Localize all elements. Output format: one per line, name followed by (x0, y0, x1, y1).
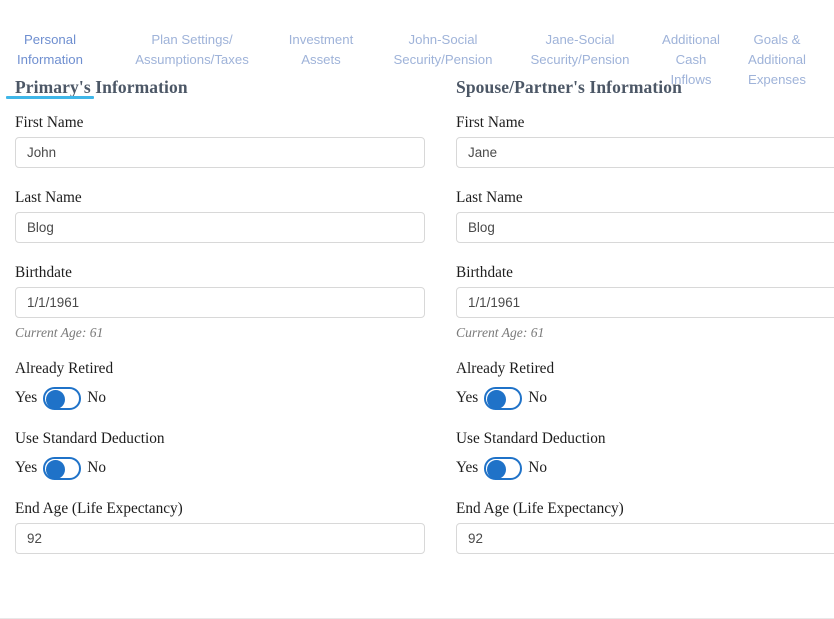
primary-already-retired-field: Already Retired Yes No (15, 360, 425, 411)
tab-label: Additional Cash Inflows (662, 32, 720, 87)
tab-personal-information[interactable]: Personal Information (2, 0, 98, 99)
primary-last-name-label: Last Name (15, 189, 425, 207)
spouse-end-age-field: End Age (Life Expectancy) (456, 500, 834, 554)
tab-label: Investment Assets (289, 32, 354, 67)
toggle-yes-label: Yes (15, 389, 37, 407)
primary-standard-deduction-label: Use Standard Deduction (15, 430, 425, 448)
primary-last-name-input[interactable] (15, 212, 425, 243)
spouse-last-name-label: Last Name (456, 189, 834, 207)
spouse-already-retired-field: Already Retired Yes No (456, 360, 834, 411)
primary-information-column: Primary's Information First Name Last Na… (0, 72, 441, 567)
primary-birthdate-label: Birthdate (15, 264, 425, 282)
form-columns: Primary's Information First Name Last Na… (0, 72, 834, 567)
primary-birthdate-field: Birthdate Current Age: 61 (15, 264, 425, 341)
primary-birthdate-input[interactable] (15, 287, 425, 318)
primary-standard-deduction-toggle-row: Yes No (15, 455, 425, 481)
tab-plan-settings-assumptions-taxes[interactable]: Plan Settings/ Assumptions/Taxes (126, 0, 258, 90)
tab-label: Jane-Social Security/Pension (531, 32, 630, 67)
spouse-standard-deduction-field: Use Standard Deduction Yes No (456, 430, 834, 481)
primary-standard-deduction-field: Use Standard Deduction Yes No (15, 430, 425, 481)
tab-investment-assets[interactable]: Investment Assets (276, 0, 366, 90)
spouse-already-retired-label: Already Retired (456, 360, 834, 378)
toggle-no-label: No (528, 389, 547, 407)
tab-goals-additional-expenses[interactable]: Goals & Additional Expenses (736, 0, 818, 110)
toggle-yes-label: Yes (456, 389, 478, 407)
primary-already-retired-toggle-row: Yes No (15, 385, 425, 411)
primary-first-name-input[interactable] (15, 137, 425, 168)
spouse-already-retired-toggle-row: Yes No (456, 385, 834, 411)
primary-first-name-field: First Name (15, 114, 425, 168)
primary-already-retired-switch[interactable] (43, 387, 81, 410)
spouse-already-retired-switch[interactable] (484, 387, 522, 410)
primary-end-age-input[interactable] (15, 523, 425, 554)
tab-bar: Personal Information Plan Settings/ Assu… (0, 0, 834, 72)
toggle-no-label: No (528, 459, 547, 477)
spouse-information-column: Spouse/Partner's Information First Name … (441, 72, 834, 567)
primary-last-name-field: Last Name (15, 189, 425, 243)
toggle-yes-label: Yes (15, 459, 37, 477)
spouse-birthdate-field: Birthdate Current Age: 61 (456, 264, 834, 341)
toggle-no-label: No (87, 459, 106, 477)
tab-additional-cash-inflows[interactable]: Additional Cash Inflows (652, 0, 730, 110)
tab-jane-social-security-pension[interactable]: Jane-Social Security/Pension (516, 0, 644, 90)
primary-end-age-field: End Age (Life Expectancy) (15, 500, 425, 554)
active-tab-underline (6, 96, 94, 99)
tab-john-social-security-pension[interactable]: John-Social Security/Pension (378, 0, 508, 90)
primary-already-retired-label: Already Retired (15, 360, 425, 378)
spouse-standard-deduction-switch[interactable] (484, 457, 522, 480)
switch-knob (487, 390, 506, 409)
spouse-first-name-label: First Name (456, 114, 834, 132)
tab-label: Plan Settings/ Assumptions/Taxes (135, 32, 249, 67)
primary-standard-deduction-switch[interactable] (43, 457, 81, 480)
spouse-current-age-text: Current Age: 61 (456, 325, 834, 341)
spouse-last-name-field: Last Name (456, 189, 834, 243)
switch-knob (487, 460, 506, 479)
spouse-last-name-input[interactable] (456, 212, 834, 243)
spouse-end-age-input[interactable] (456, 523, 834, 554)
spouse-birthdate-label: Birthdate (456, 264, 834, 282)
spouse-standard-deduction-toggle-row: Yes No (456, 455, 834, 481)
primary-end-age-label: End Age (Life Expectancy) (15, 500, 425, 518)
spouse-first-name-field: First Name (456, 114, 834, 168)
personal-information-page: Personal Information Plan Settings/ Assu… (0, 0, 834, 619)
primary-current-age-text: Current Age: 61 (15, 325, 425, 341)
toggle-no-label: No (87, 389, 106, 407)
primary-first-name-label: First Name (15, 114, 425, 132)
spouse-first-name-input[interactable] (456, 137, 834, 168)
tab-label: Goals & Additional Expenses (748, 32, 806, 87)
tab-label: John-Social Security/Pension (394, 32, 493, 67)
spouse-end-age-label: End Age (Life Expectancy) (456, 500, 834, 518)
switch-knob (46, 390, 65, 409)
spouse-birthdate-input[interactable] (456, 287, 834, 318)
spouse-standard-deduction-label: Use Standard Deduction (456, 430, 834, 448)
tab-label: Personal Information (17, 32, 83, 67)
toggle-yes-label: Yes (456, 459, 478, 477)
switch-knob (46, 460, 65, 479)
